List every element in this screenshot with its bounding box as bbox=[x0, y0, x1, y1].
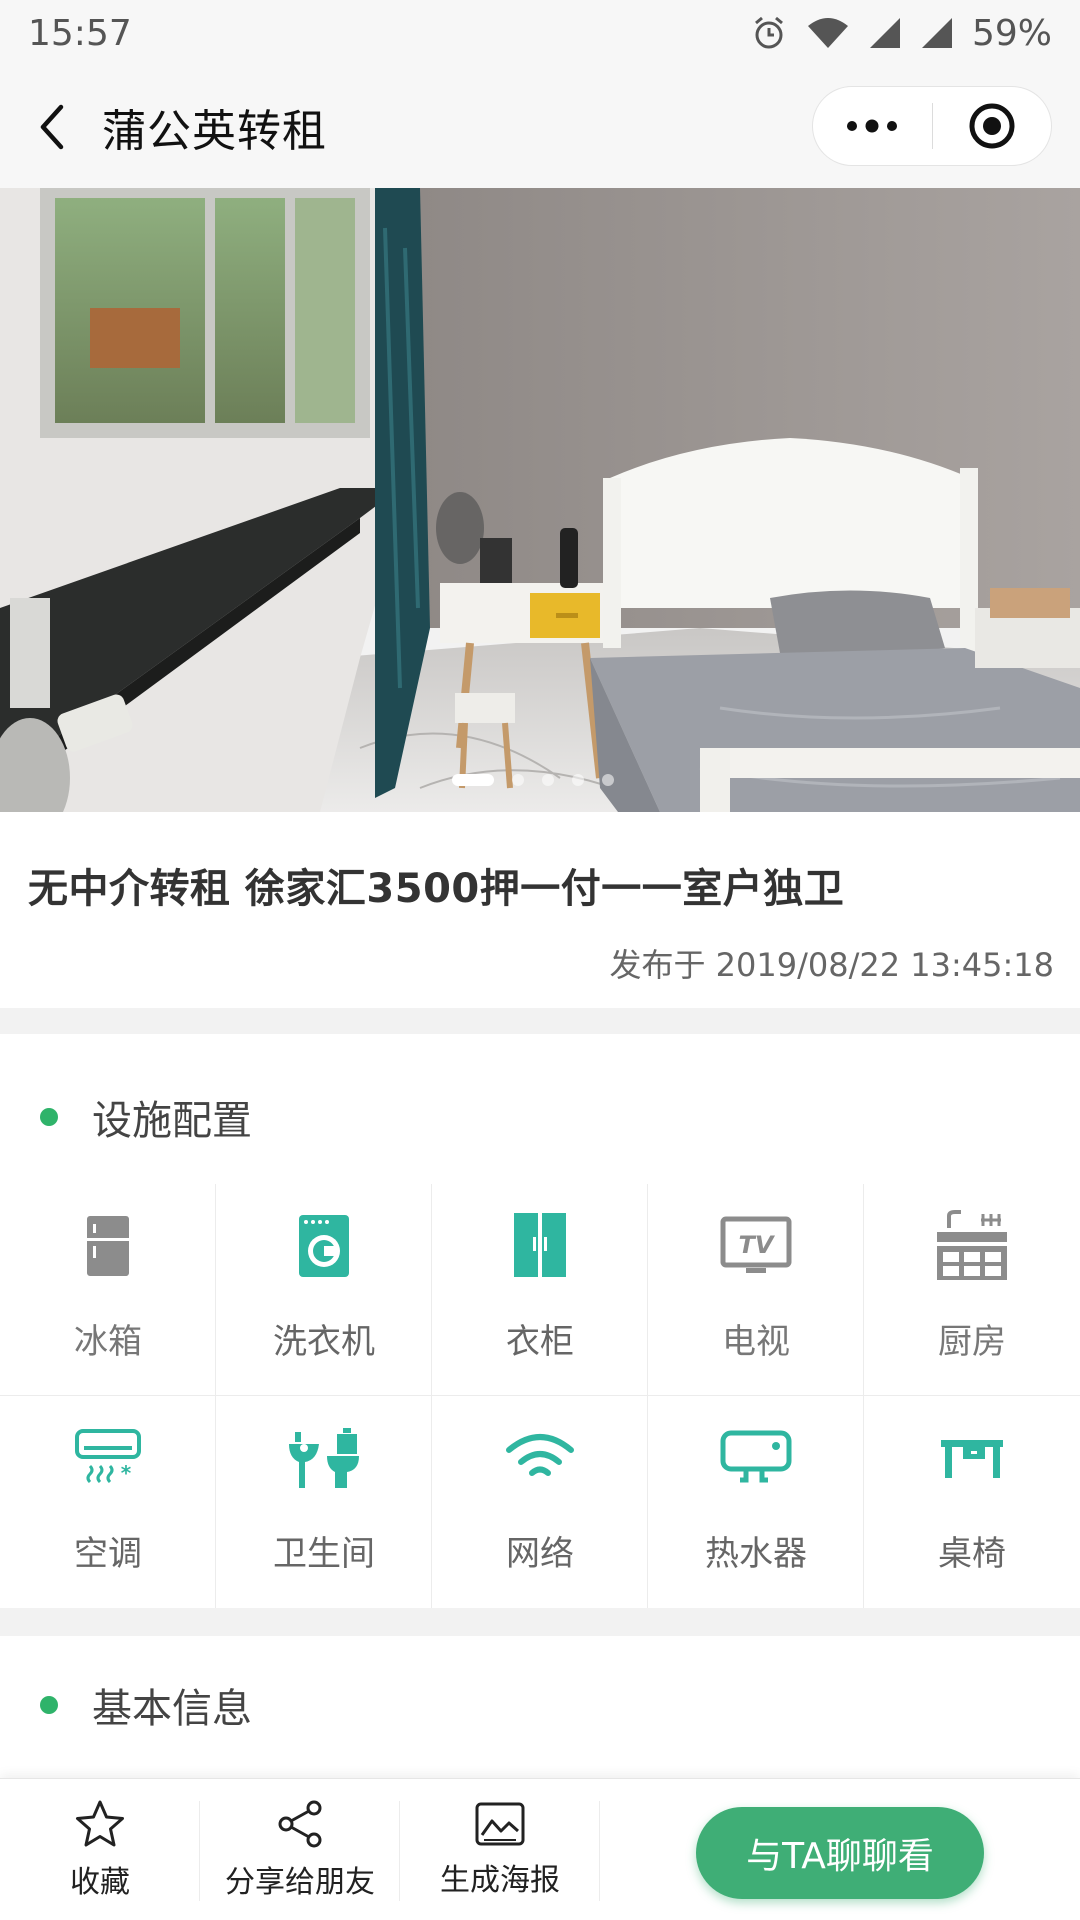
generate-poster-button[interactable]: 生成海报 bbox=[420, 1779, 580, 1920]
signal-icon bbox=[868, 16, 902, 50]
poster-image-icon bbox=[475, 1802, 525, 1846]
facility-kitchen: 厨房 bbox=[864, 1184, 1080, 1396]
more-button[interactable] bbox=[813, 87, 932, 165]
divider bbox=[399, 1801, 400, 1901]
basic-info-title: 基本信息 bbox=[92, 1686, 252, 1732]
facility-label: 洗衣机 bbox=[273, 1322, 375, 1362]
bathroom-icon bbox=[289, 1428, 359, 1488]
facility-label: 热水器 bbox=[705, 1534, 807, 1574]
facilities-grid: 冰箱 洗衣机 衣柜 TV 电视 厨房 * 空调 卫生间 网络 热水器 桌椅 bbox=[0, 1184, 1080, 1608]
status-icons: 59% bbox=[750, 13, 1052, 54]
wardrobe-icon bbox=[514, 1213, 566, 1277]
battery-percent: 59% bbox=[971, 12, 1052, 54]
close-program-button[interactable] bbox=[933, 87, 1052, 165]
tv-icon: TV bbox=[720, 1216, 792, 1273]
facility-tv: TV 电视 bbox=[648, 1184, 864, 1396]
divider bbox=[599, 1801, 600, 1901]
wifi-icon bbox=[506, 1434, 574, 1476]
svg-text:*: * bbox=[121, 1461, 132, 1485]
photo-carousel[interactable] bbox=[0, 188, 1080, 812]
facility-label: 网络 bbox=[506, 1534, 574, 1574]
chat-button[interactable]: 与TA聊聊看 bbox=[696, 1807, 984, 1899]
room-photo bbox=[0, 188, 1080, 812]
facility-bathroom: 卫生间 bbox=[216, 1396, 432, 1608]
status-bar: 15:57 59% bbox=[0, 0, 1080, 66]
target-circle-icon bbox=[969, 103, 1015, 149]
section-bullet bbox=[40, 1696, 58, 1714]
facility-label: 冰箱 bbox=[74, 1322, 142, 1362]
back-button[interactable] bbox=[2, 66, 102, 188]
bottom-action-bar: 收藏 分享给朋友 生成海报 与TA聊聊看 bbox=[0, 1778, 1080, 1920]
facilities-section: 设施配置 冰箱 洗衣机 衣柜 TV 电视 厨房 * 空调 卫生间 网络 热水器 … bbox=[0, 1034, 1080, 1608]
more-dots-icon bbox=[847, 119, 898, 133]
status-time: 15:57 bbox=[28, 12, 132, 54]
divider bbox=[199, 1801, 200, 1901]
listing-title: 无中介转租 徐家汇3500押一付一一室户独卫 bbox=[28, 866, 845, 912]
water-heater-icon bbox=[720, 1430, 792, 1483]
carousel-indicators bbox=[452, 774, 614, 786]
favorite-label: 收藏 bbox=[70, 1865, 130, 1900]
carousel-dot-active bbox=[452, 774, 494, 786]
facility-desk-chair: 桌椅 bbox=[864, 1396, 1080, 1608]
facility-air-conditioner: * 空调 bbox=[0, 1396, 216, 1608]
publish-time: 发布于 2019/08/22 13:45:18 bbox=[609, 946, 1054, 984]
chevron-left-icon bbox=[40, 104, 64, 150]
fridge-icon bbox=[87, 1216, 129, 1276]
section-bullet bbox=[40, 1108, 58, 1126]
facility-label: 桌椅 bbox=[938, 1534, 1006, 1574]
listing-header: 无中介转租 徐家汇3500押一付一一室户独卫 发布于 2019/08/22 13… bbox=[0, 812, 1080, 1008]
carousel-dot bbox=[512, 774, 524, 786]
svg-text:TV: TV bbox=[739, 1231, 776, 1259]
desk-chair-icon bbox=[941, 1440, 1003, 1478]
facility-label: 厨房 bbox=[938, 1322, 1006, 1362]
washing-machine-icon bbox=[299, 1215, 349, 1277]
facility-washing-machine: 洗衣机 bbox=[216, 1184, 432, 1396]
alarm-icon bbox=[750, 14, 788, 52]
share-label: 分享给朋友 bbox=[225, 1865, 375, 1900]
page-title: 蒲公英转租 bbox=[102, 106, 327, 157]
facility-label: 卫生间 bbox=[273, 1534, 375, 1574]
air-conditioner-icon: * bbox=[75, 1429, 141, 1485]
facility-label: 空调 bbox=[74, 1534, 142, 1574]
facility-network: 网络 bbox=[432, 1396, 648, 1608]
poster-label: 生成海报 bbox=[440, 1863, 560, 1898]
basic-info-header: 基本信息 bbox=[40, 1676, 252, 1734]
facility-label: 电视 bbox=[722, 1322, 790, 1362]
star-icon bbox=[76, 1800, 124, 1847]
facility-wardrobe: 衣柜 bbox=[432, 1184, 648, 1396]
facilities-header: 设施配置 bbox=[40, 1088, 252, 1146]
basic-info-section: 基本信息 bbox=[0, 1636, 1080, 1778]
share-icon bbox=[278, 1800, 322, 1848]
favorite-button[interactable]: 收藏 bbox=[40, 1779, 160, 1920]
signal-icon-2 bbox=[920, 16, 954, 50]
wifi-status-icon bbox=[806, 16, 850, 50]
kitchen-icon bbox=[937, 1210, 1007, 1280]
facility-fridge: 冰箱 bbox=[0, 1184, 216, 1396]
carousel-dot bbox=[602, 774, 614, 786]
carousel-dot bbox=[542, 774, 554, 786]
facility-water-heater: 热水器 bbox=[648, 1396, 864, 1608]
carousel-dot bbox=[572, 774, 584, 786]
facility-label: 衣柜 bbox=[506, 1322, 574, 1362]
share-button[interactable]: 分享给朋友 bbox=[210, 1779, 390, 1920]
facilities-title: 设施配置 bbox=[92, 1098, 252, 1144]
nav-bar: 蒲公英转租 bbox=[0, 66, 1080, 188]
mini-program-capsule bbox=[812, 86, 1052, 166]
